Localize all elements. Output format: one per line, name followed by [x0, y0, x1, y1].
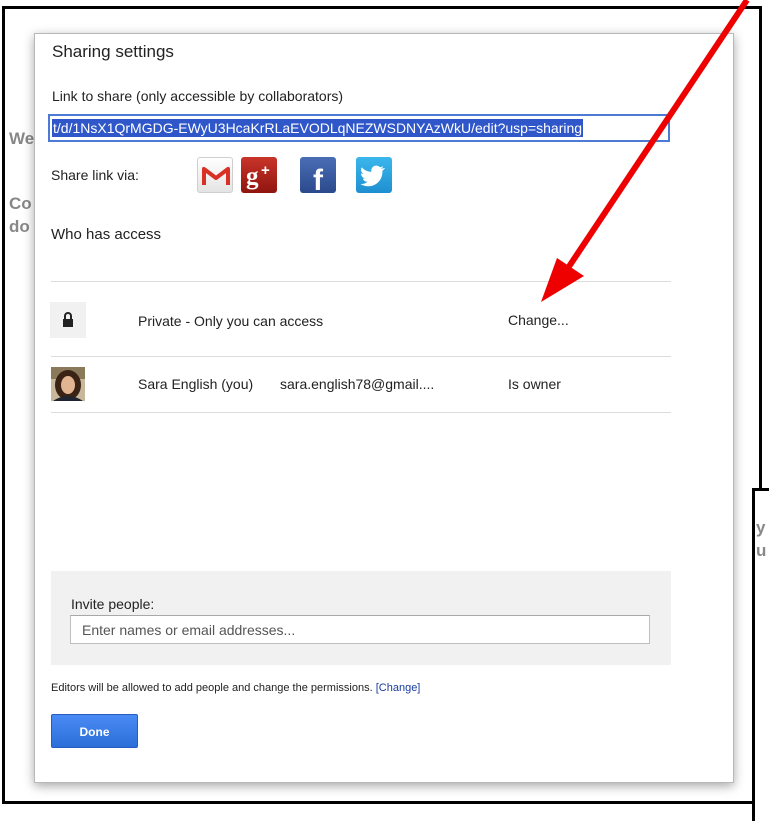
share-via-label: Share link via:	[51, 167, 139, 183]
editors-note-text: Editors will be allowed to add people an…	[51, 682, 373, 694]
owner-role: Is owner	[508, 376, 561, 392]
invite-people-input[interactable]	[70, 615, 650, 644]
editors-change-link[interactable]: [Change]	[376, 682, 421, 694]
twitter-icon[interactable]	[356, 157, 392, 193]
dialog-title: Sharing settings	[52, 42, 174, 61]
owner-email: sara.english78@gmail....	[280, 376, 435, 392]
avatar	[51, 367, 85, 401]
divider	[51, 356, 671, 357]
background-text-fragment: Co	[9, 194, 32, 213]
svg-text:+: +	[261, 162, 270, 179]
facebook-icon[interactable]: f	[300, 157, 336, 197]
background-text-fragment: We	[9, 129, 35, 148]
background-text-fragment: y	[756, 518, 766, 537]
google-plus-icon[interactable]: g +	[241, 157, 277, 193]
change-access-link[interactable]: Change...	[508, 312, 569, 328]
editors-note: Editors will be allowed to add people an…	[51, 682, 420, 694]
done-button[interactable]: Done	[51, 714, 138, 748]
divider	[51, 412, 671, 413]
owner-name: Sara English (you)	[138, 376, 254, 392]
share-link-value: t/d/1NsX1QrMGDG-EWyU3HcaKrRLaEVODLqNEZWS…	[52, 119, 584, 137]
gmail-icon[interactable]	[197, 157, 233, 193]
background-text-fragment: do	[9, 217, 30, 236]
svg-text:f: f	[313, 164, 324, 193]
divider	[51, 281, 671, 282]
sharing-dialog	[34, 33, 734, 783]
svg-text:g: g	[246, 163, 259, 190]
lock-icon	[50, 302, 86, 338]
access-private-label: Private - Only you can access	[138, 313, 324, 329]
background-text-fragment: u	[756, 541, 767, 560]
who-has-access-heading: Who has access	[51, 226, 162, 243]
share-link-field[interactable]: t/d/1NsX1QrMGDG-EWyU3HcaKrRLaEVODLqNEZWS…	[48, 114, 670, 142]
invite-people-label: Invite people:	[71, 596, 155, 612]
link-share-label: Link to share (only accessible by collab…	[52, 88, 344, 104]
